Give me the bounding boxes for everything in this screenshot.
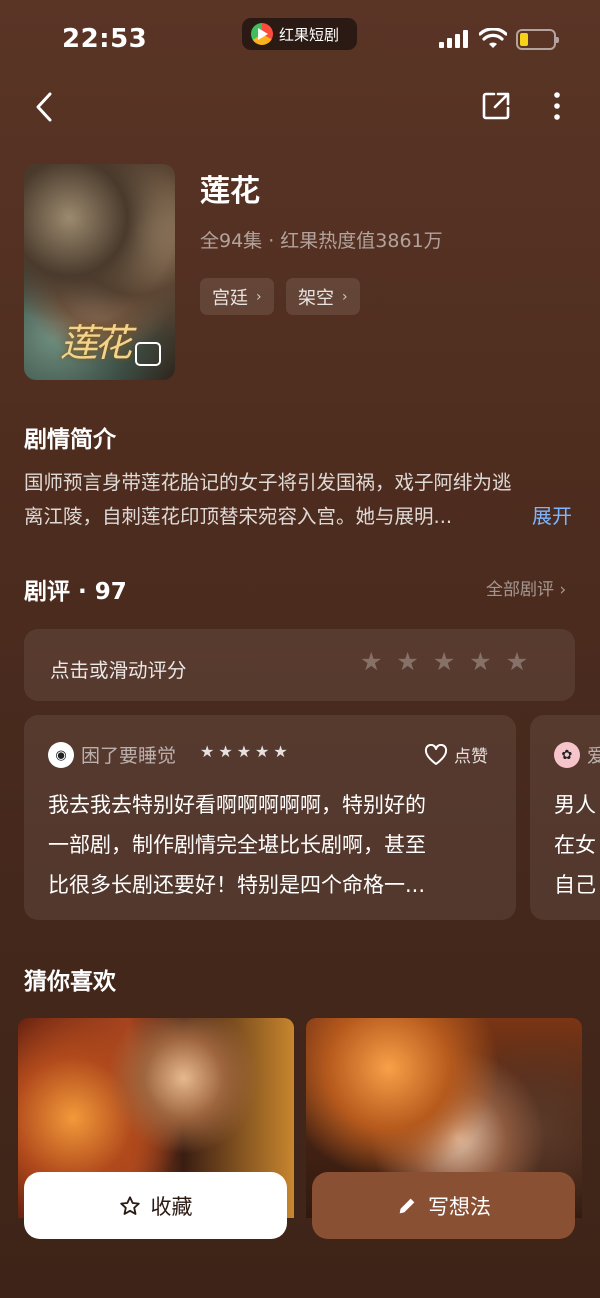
tag-label: 宫廷 [212, 287, 248, 309]
star-icon: ★ [236, 742, 252, 761]
like-button[interactable]: 点赞 [424, 742, 488, 767]
tag-jiakong[interactable]: 架空 › [286, 278, 360, 315]
star-icon[interactable]: ★ [360, 649, 382, 674]
reviewer-name[interactable]: 爱 [587, 741, 600, 768]
review-line: 我去我去特别好看啊啊啊啊啊，特别好的 [48, 793, 426, 817]
review-text[interactable]: 男人 在女 自己 [554, 785, 600, 905]
write-thought-button[interactable]: 写想法 [312, 1172, 575, 1239]
drama-poster[interactable]: 莲花 [24, 164, 175, 380]
review-line: 在女 [554, 833, 596, 857]
tag-label: 架空 [298, 287, 334, 309]
star-icon[interactable]: ★ [506, 649, 528, 674]
rating-stars[interactable]: ★ ★ ★ ★ ★ [360, 649, 528, 674]
star-icon: ★ [255, 742, 270, 761]
write-label: 写想法 [428, 1194, 491, 1219]
recommend-heading: 猜你喜欢 [24, 969, 116, 995]
reviews-heading: 剧评 · 97 [24, 579, 127, 605]
pencil-icon [399, 1198, 415, 1213]
all-reviews-link[interactable]: 全部剧评 › [486, 575, 566, 600]
review-card[interactable]: ◉ 困了要睡觉 ★ ★ ★ ★ ★ 点赞 我去我去特别好看啊啊啊啊啊，特别好的 … [24, 715, 516, 920]
favorite-label: 收藏 [150, 1194, 193, 1219]
heart-icon [424, 743, 448, 765]
drama-meta: 全94集 · 红果热度值3861万 [200, 230, 443, 252]
app-logo-icon [251, 23, 273, 45]
star-icon[interactable]: ★ [396, 649, 418, 674]
avatar[interactable]: ✿ [554, 742, 580, 768]
review-line: 自己 [554, 873, 596, 897]
wifi-icon [479, 28, 507, 48]
review-line: 男人 [554, 793, 596, 817]
rating-prompt: 点击或滑动评分 [50, 659, 187, 682]
review-line: 比很多长剧还要好！特别是四个命格一... [48, 873, 426, 897]
review-line: 一部剧，制作剧情完全堪比长剧啊，甚至 [48, 833, 426, 857]
battery-icon [516, 29, 559, 50]
rating-input[interactable]: 点击或滑动评分 ★ ★ ★ ★ ★ [24, 629, 575, 701]
like-label: 点赞 [454, 747, 488, 767]
review-rating: ★ ★ ★ ★ ★ [200, 744, 288, 760]
drama-title: 莲花 [200, 174, 260, 209]
chevron-right-icon: › [256, 288, 262, 305]
cellular-signal-icon [439, 30, 468, 48]
app-name: 红果短剧 [279, 25, 340, 44]
tag-gongting[interactable]: 宫廷 › [200, 278, 274, 315]
avatar[interactable]: ◉ [48, 742, 74, 768]
reviewer-name[interactable]: 困了要睡觉 [81, 741, 176, 768]
share-icon[interactable] [480, 90, 512, 122]
status-bar: 22:53 红果短剧 [0, 0, 600, 80]
synopsis-line: 离江陵，自刺莲花印顶替宋宛容入宫。她与展明... [24, 505, 453, 528]
expand-synopsis-link[interactable]: 展开 [532, 500, 572, 529]
poster-title: 莲花 [60, 321, 132, 365]
star-icon: ★ [200, 742, 215, 761]
back-icon[interactable] [28, 88, 62, 126]
chevron-right-icon: › [342, 288, 348, 305]
poster-gallery-icon [135, 342, 161, 366]
star-icon[interactable]: ★ [433, 649, 455, 674]
favorite-button[interactable]: 收藏 [24, 1172, 287, 1239]
star-icon: ★ [273, 742, 288, 761]
star-icon: ★ [218, 742, 233, 761]
star-outline-icon [119, 1195, 140, 1215]
review-card[interactable]: ✿ 爱 男人 在女 自己 [530, 715, 600, 920]
review-text[interactable]: 我去我去特别好看啊啊啊啊啊，特别好的 一部剧，制作剧情完全堪比长剧啊，甚至 比很… [48, 785, 498, 905]
synopsis-heading: 剧情简介 [24, 427, 116, 453]
star-icon[interactable]: ★ [469, 649, 491, 674]
synopsis-line: 国师预言身带莲花胎记的女子将引发国祸，戏子阿绯为逃 [24, 471, 512, 494]
more-vertical-icon[interactable] [544, 90, 570, 122]
status-time: 22:53 [62, 24, 148, 54]
app-indicator-pill: 红果短剧 [242, 18, 357, 50]
synopsis-text: 国师预言身带莲花胎记的女子将引发国祸，戏子阿绯为逃 离江陵，自刺莲花印顶替宋宛容… [24, 466, 574, 534]
